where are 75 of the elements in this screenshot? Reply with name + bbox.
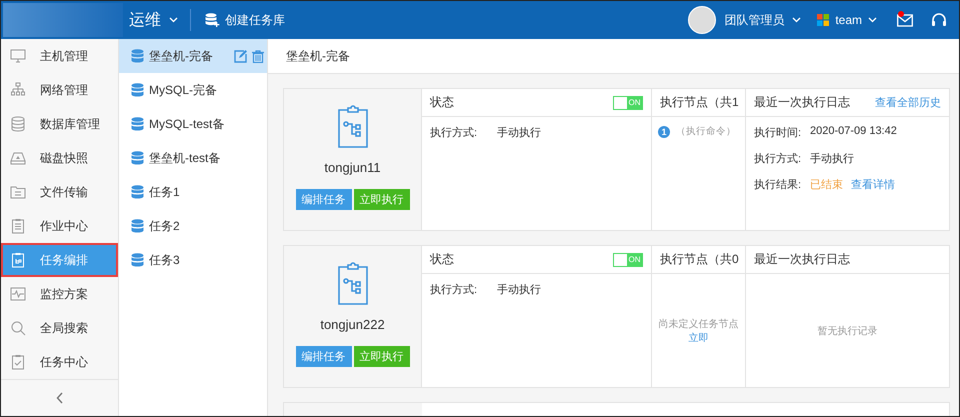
nav-item[interactable]: 数据库管理	[1, 107, 118, 141]
log-label: 执行方式:	[754, 152, 802, 166]
clipboard-tree-icon	[338, 261, 368, 305]
avatar-icon	[688, 6, 716, 34]
clipboard-tree-icon	[338, 104, 368, 148]
task-name: tongjun11	[324, 160, 381, 175]
log-heading: 最近一次执行日志	[754, 251, 850, 268]
trash-icon[interactable]	[252, 50, 264, 62]
folder-icon	[10, 184, 26, 200]
database-icon	[131, 184, 144, 200]
team-menu[interactable]: team	[817, 13, 877, 27]
log-label: 执行时间:	[754, 126, 802, 140]
nav-item[interactable]: 网络管理	[1, 73, 118, 107]
library-item[interactable]: 任务2	[119, 209, 267, 243]
library-item[interactable]: MySQL-完备	[119, 73, 267, 107]
database-icon	[131, 218, 144, 234]
create-library-button[interactable]: 创建任务库	[205, 12, 285, 28]
database-icon	[131, 48, 144, 64]
headset-icon[interactable]	[931, 12, 947, 28]
clipboard-tree-icon	[10, 252, 26, 268]
nav-item[interactable]: 作业中心	[1, 209, 118, 243]
empty-log-text: 暂无执行记录	[818, 324, 878, 338]
library-item[interactable]: 堡垒机-完备	[119, 39, 267, 73]
clipboard-icon	[10, 218, 26, 234]
result-status: 已结束	[810, 178, 843, 192]
node-index: 1	[658, 126, 670, 138]
chevron-down-icon	[792, 17, 802, 23]
library-item[interactable]: 任务3	[119, 243, 267, 277]
database-icon	[131, 150, 144, 166]
nav-item[interactable]: 文件传输	[1, 175, 118, 209]
nav-item[interactable]: 主机管理	[1, 39, 118, 73]
database-icon	[131, 82, 144, 98]
chevron-down-icon	[868, 17, 877, 23]
nodes-heading: 执行节点（共1	[660, 94, 739, 111]
search-icon	[10, 320, 26, 336]
library-item[interactable]: 堡垒机-test备	[119, 141, 267, 175]
mail-icon[interactable]	[897, 13, 913, 27]
nav-item[interactable]: 任务中心	[1, 345, 118, 379]
database-icon	[131, 116, 144, 132]
clipboard-check-icon	[10, 354, 26, 370]
database-icon	[131, 252, 144, 268]
log-value: 2020-07-09 13:42	[810, 125, 897, 137]
mode-value: 手动执行	[497, 283, 542, 297]
edit-icon[interactable]	[234, 50, 247, 62]
monitor-icon	[10, 48, 26, 64]
nav-item[interactable]: 全局搜索	[1, 311, 118, 345]
log-value: 手动执行	[810, 152, 854, 166]
nav-item[interactable]: 磁盘快照	[1, 141, 118, 175]
collapse-chevron-icon[interactable]	[56, 392, 64, 404]
chevron-down-icon	[169, 17, 178, 23]
breadcrumb-title: 堡垒机-完备	[268, 39, 959, 74]
node-label: （执行命令）	[676, 125, 736, 138]
toggle-on-label: ON	[627, 96, 642, 108]
toggle-on-label: ON	[627, 254, 642, 266]
nav-item[interactable]: 监控方案	[1, 277, 118, 311]
mode-label: 执行方式:	[430, 126, 478, 140]
pulse-chart-icon	[10, 286, 26, 302]
database-icon	[10, 116, 26, 132]
library-item[interactable]: 任务1	[119, 175, 267, 209]
disk-icon	[10, 150, 26, 166]
library-item[interactable]: MySQL-test备	[119, 107, 267, 141]
app-menu[interactable]: 运维	[129, 9, 191, 31]
sitemap-icon	[10, 82, 26, 98]
mode-value: 手动执行	[497, 126, 542, 140]
status-heading: 状态	[430, 251, 454, 268]
mode-label: 执行方式:	[430, 282, 478, 297]
log-label: 执行结果:	[754, 178, 802, 192]
log-heading: 最近一次执行日志	[754, 94, 850, 111]
database-add-icon	[205, 13, 220, 27]
empty-nodes-text: 尚未定义任务节点	[658, 318, 738, 330]
user-menu[interactable]: 团队管理员	[688, 6, 802, 34]
status-heading: 状态	[430, 94, 454, 111]
nodes-heading: 执行节点（共0	[660, 251, 739, 268]
squares-icon	[817, 14, 830, 26]
task-name: tongjun222	[320, 317, 385, 332]
